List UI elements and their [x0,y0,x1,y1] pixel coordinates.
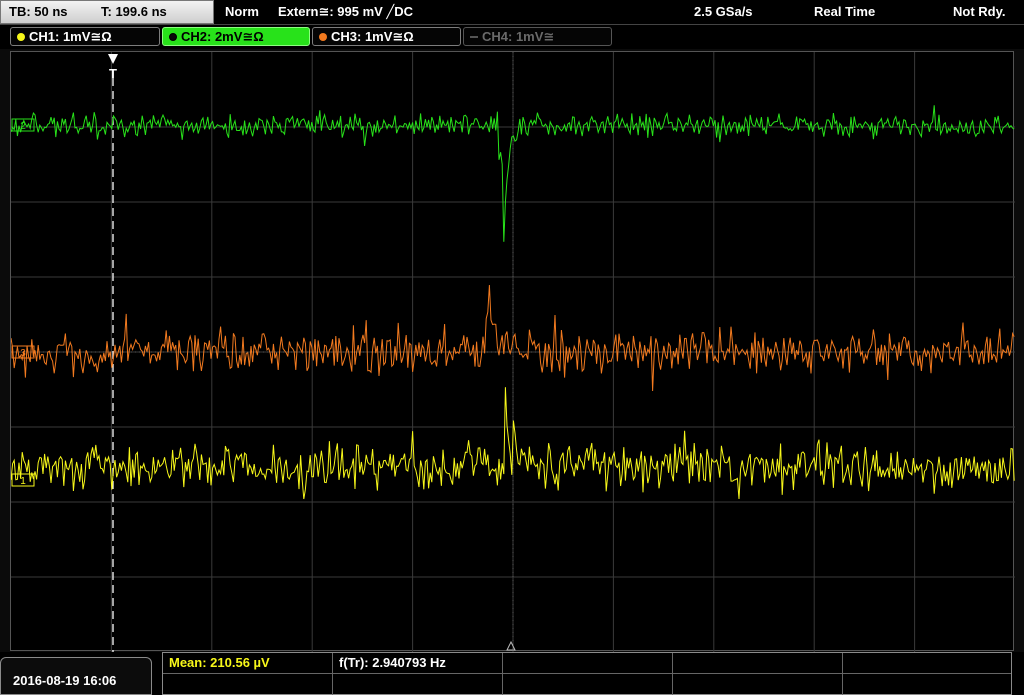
ch3-color-dot-icon [319,32,327,41]
datetime-box: 2016-08-19 16:06 [0,657,152,695]
datetime-label: 2016-08-19 16:06 [13,673,117,688]
measurement-slot-9[interactable] [673,674,843,695]
measurement-slot-8[interactable] [503,674,673,695]
channel-bar: CH1: 1mV≅Ω CH2: 2mV≅Ω CH3: 1mV≅Ω CH4: 1m… [0,25,1024,49]
acquisition-mode: Real Time [814,4,876,19]
waveform-canvas: 2 3 1 T [11,52,1015,652]
status-bar: TB: 50 ns T: 199.6 ns Norm Extern≅: 995 … [0,0,1024,25]
center-marker-icon [506,640,516,651]
channel-ch3-button[interactable]: CH3: 1mV≅Ω [312,27,461,46]
trigger-arrow-icon [108,54,118,64]
ch4-label: CH4: 1mV≅ [482,29,555,44]
ch4-off-icon [470,35,478,38]
trigger-marker-label: T [109,66,117,81]
waveform-display[interactable]: 2 3 1 T [10,51,1015,652]
ch1-label: CH1: 1mV≅Ω [29,29,112,44]
trigger-marker[interactable]: T [108,54,118,81]
trigger-mode[interactable]: Norm [225,4,259,19]
ch1-color-dot-icon [17,32,25,41]
channel-level-marker-label: 2 [20,121,26,132]
timebase-box[interactable]: TB: 50 ns T: 199.6 ns [0,0,214,24]
measurement-table[interactable]: Mean: 210.56 µV f(Tr): 2.940793 Hz [162,652,1012,695]
measurement-slot-5[interactable] [843,653,1011,674]
sample-rate: 2.5 GSa/s [694,4,753,19]
status-label: Not Rdy. [953,4,1006,19]
measurement-slot-4[interactable] [673,653,843,674]
timebase-label: TB: 50 ns [9,4,68,19]
channel-level-marker-label: 3 [20,348,26,359]
trigger-source[interactable]: Extern≅: 995 mV ╱DC [278,4,413,20]
ch3-label: CH3: 1mV≅Ω [331,29,414,44]
trigger-position-label: T: 199.6 ns [101,4,167,19]
frequency-measurement[interactable]: f(Tr): 2.940793 Hz [333,653,503,674]
channel-ch2-button[interactable]: CH2: 2mV≅Ω [162,27,310,46]
bottom-bar: 2016-08-19 16:06 Mean: 210.56 µV f(Tr): … [0,652,1024,695]
channel-ch4-button[interactable]: CH4: 1mV≅ [463,27,612,46]
mean-measurement[interactable]: Mean: 210.56 µV [163,653,333,674]
measurement-slot-10[interactable] [843,674,1011,695]
measurement-slot-7[interactable] [333,674,503,695]
measurement-slot-3[interactable] [503,653,673,674]
ch2-label: CH2: 2mV≅Ω [181,29,264,44]
measurement-slot-6[interactable] [163,674,333,695]
ch2-color-dot-icon [169,32,177,41]
graticule [11,52,1015,652]
channel-ch1-button[interactable]: CH1: 1mV≅Ω [10,27,160,46]
channel-level-marker-label: 1 [20,476,26,487]
